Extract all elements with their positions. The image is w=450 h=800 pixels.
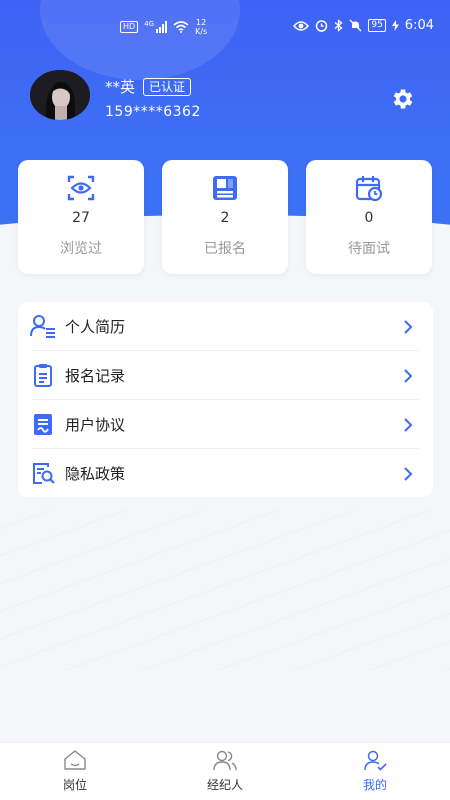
clock-time: 6:04 [404,18,434,33]
eye-scan-icon [67,175,95,201]
resume-user-icon [30,315,55,338]
clipboard-icon [34,364,52,387]
tab-label: 我的 [362,778,387,792]
menu-item-user-agreement[interactable]: 用户协议 [18,400,433,449]
menu-item-label: 报名记录 [65,367,126,385]
menu-item-label: 隐私政策 [65,465,126,483]
menu-item-label: 个人简历 [65,318,126,336]
avatar[interactable] [30,70,90,120]
gear-icon[interactable] [388,86,418,112]
alarm-icon [316,20,328,32]
chevron-right-icon [404,368,413,383]
menu-item-label: 用户协议 [65,416,126,434]
calendar-clock-icon [355,176,383,202]
stat-value: 27 [72,210,90,226]
tab-agents[interactable]: 经纪人 [150,743,300,800]
wifi-icon [173,21,189,33]
eye-comfort-icon [293,20,310,31]
agreement-icon [34,414,52,435]
net-speed: 12 K/s [195,18,208,36]
stat-card-registered[interactable]: 2 已报名 [162,160,288,274]
profile-icon [364,750,387,771]
network-type: 4G [144,20,155,28]
status-bar: HD 4G 12 K/s 95 6:04 [0,0,450,52]
tab-jobs[interactable]: 岗位 [0,743,150,800]
mute-icon [349,19,362,32]
people-icon [213,750,237,771]
battery-indicator: 95 [368,19,386,32]
home-icon [64,750,86,770]
chevron-right-icon [404,466,413,481]
stat-value: 0 [364,210,374,226]
signal-icon [156,21,168,33]
menu-item-registration-records[interactable]: 报名记录 [18,351,433,400]
tab-label: 岗位 [62,778,87,792]
menu-item-privacy-policy[interactable]: 隐私政策 [18,449,433,498]
stat-label: 已报名 [204,241,246,257]
user-name: **英 [105,78,136,96]
user-phone: 159****6362 [105,104,201,120]
chevron-right-icon [404,319,413,334]
menu-item-resume[interactable]: 个人简历 [18,302,433,351]
bluetooth-icon [334,19,343,32]
tab-mine[interactable]: 我的 [300,743,450,800]
hd-indicator: HD [120,21,139,33]
stat-label: 浏览过 [60,241,102,257]
avatar-photo [30,70,90,120]
stat-card-viewed[interactable]: 27 浏览过 [18,160,144,274]
bottom-tab-bar: 岗位 经纪人 我的 [0,742,450,800]
stat-label: 待面试 [348,241,390,257]
tab-label: 经纪人 [206,778,243,792]
profile-menu: 个人简历 报名记录 用户协议 隐私政策 [18,302,433,497]
stat-value: 2 [220,210,230,226]
privacy-search-icon [33,463,55,484]
stat-card-pending-interview[interactable]: 0 待面试 [306,160,432,274]
user-name-row: **英 已认证 [105,76,192,97]
chevron-right-icon [404,417,413,432]
registration-icon [213,176,237,200]
watermark-pattern [0,510,450,670]
verified-badge: 已认证 [143,77,192,96]
charging-icon [391,20,399,31]
